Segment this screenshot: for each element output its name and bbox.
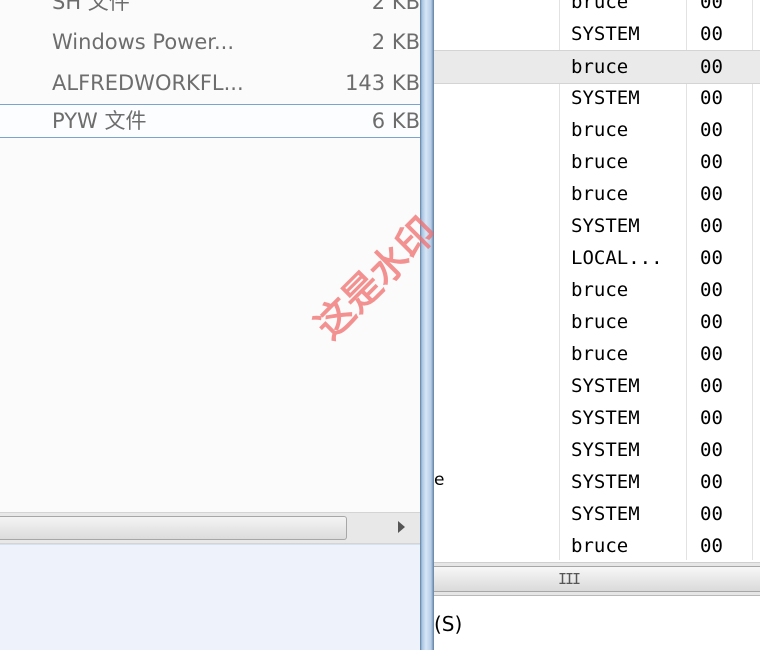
process-user: SYSTEM [571, 23, 640, 45]
process-cpu: 00 [700, 119, 723, 141]
process-row[interactable]: bruce 00 [434, 0, 760, 18]
process-row[interactable]: bruce 00 [434, 114, 760, 146]
partial-label: e [434, 470, 445, 490]
process-row[interactable]: SYSTEM 00 [434, 434, 760, 466]
process-user: bruce [571, 0, 629, 13]
process-row[interactable]: bruce 00 [434, 338, 760, 370]
file-size: 6 KB [371, 109, 420, 133]
process-cpu: 00 [700, 375, 723, 397]
process-cpu: 00 [700, 183, 723, 205]
process-user: bruce [571, 56, 629, 78]
file-row-windows-power[interactable]: Windows Power... 2 KB [0, 26, 420, 58]
process-row[interactable]: bruce 00 [434, 306, 760, 338]
status-area [434, 596, 760, 650]
process-cpu: 00 [700, 23, 723, 45]
process-user: bruce [571, 119, 629, 141]
process-cpu: 00 [700, 503, 723, 525]
process-horizontal-scrollbar[interactable]: III [434, 562, 760, 596]
process-row[interactable]: SYSTEM 00 [434, 370, 760, 402]
file-size: 2 KB [371, 0, 420, 14]
process-row[interactable]: SYSTEM 00 [434, 82, 760, 114]
file-row-sh[interactable]: SH 文件 2 KB [0, 0, 420, 18]
process-row[interactable]: bruce 00 [434, 178, 760, 210]
process-list-window: bruce 00 SYSTEM 00 bruce 00 SYSTEM 00 bruce 00 bru… [434, 0, 760, 650]
process-row[interactable]: bruce 00 [434, 146, 760, 178]
process-cpu: 00 [700, 471, 723, 493]
scrollbar-thumb[interactable] [0, 516, 347, 540]
window-frame-border[interactable] [420, 0, 434, 650]
process-user: SYSTEM [571, 439, 640, 461]
process-cpu: 00 [700, 215, 723, 237]
details-pane [0, 544, 420, 650]
process-user: SYSTEM [571, 503, 640, 525]
process-user: SYSTEM [571, 407, 640, 429]
process-cpu: 00 [700, 279, 723, 301]
process-row[interactable]: bruce 00 [434, 530, 760, 562]
process-user: SYSTEM [571, 471, 640, 493]
scrollbar-grip-icon: III [558, 570, 581, 588]
process-user: bruce [571, 535, 629, 557]
process-cpu: 00 [700, 311, 723, 333]
process-cpu: 00 [700, 151, 723, 173]
status-shortcut-label[interactable]: (S) [434, 612, 462, 636]
process-row[interactable]: SYSTEM 00 [434, 402, 760, 434]
process-row[interactable]: bruce 00 [434, 274, 760, 306]
process-cpu: 00 [700, 439, 723, 461]
process-cpu: 00 [700, 407, 723, 429]
file-name: PYW 文件 [52, 109, 147, 133]
process-user: bruce [571, 311, 629, 333]
file-row-pyw[interactable]: PYW 文件 6 KB [0, 104, 420, 138]
process-cpu: 00 [700, 56, 723, 78]
process-cpu: 00 [700, 0, 723, 13]
process-row[interactable]: SYSTEM 00 [434, 18, 760, 50]
process-user: bruce [571, 343, 629, 365]
process-row[interactable]: SYSTEM 00 [434, 210, 760, 242]
file-name: Windows Power... [52, 30, 235, 54]
process-user: SYSTEM [571, 375, 640, 397]
scrollbar-thumb[interactable]: III [434, 566, 760, 592]
process-user: bruce [571, 279, 629, 301]
process-cpu: 00 [700, 343, 723, 365]
horizontal-scrollbar[interactable] [0, 512, 420, 544]
process-user: bruce [571, 151, 629, 173]
process-cpu: 00 [700, 247, 723, 269]
process-cpu: 00 [700, 535, 723, 557]
process-cpu: 00 [700, 87, 723, 109]
file-size: 143 KB [345, 71, 420, 95]
file-name: SH 文件 [52, 0, 130, 14]
process-user: LOCAL... [571, 247, 663, 269]
file-row-alfredworkfl[interactable]: ALFREDWORKFL... 143 KB [0, 67, 420, 99]
process-user: SYSTEM [571, 215, 640, 237]
process-user: SYSTEM [571, 87, 640, 109]
process-row[interactable]: SYSTEM 00 [434, 498, 760, 530]
file-size: 2 KB [371, 30, 420, 54]
process-user: bruce [571, 183, 629, 205]
process-row[interactable]: SYSTEM 00 [434, 466, 760, 498]
process-row[interactable]: bruce 00 [434, 50, 760, 84]
process-row[interactable]: LOCAL... 00 [434, 242, 760, 274]
file-name: ALFREDWORKFL... [52, 71, 244, 95]
file-explorer-window: SH 文件 2 KB Windows Power... 2 KB ALFREDW… [0, 0, 420, 650]
scroll-right-arrow-icon[interactable] [398, 521, 405, 533]
